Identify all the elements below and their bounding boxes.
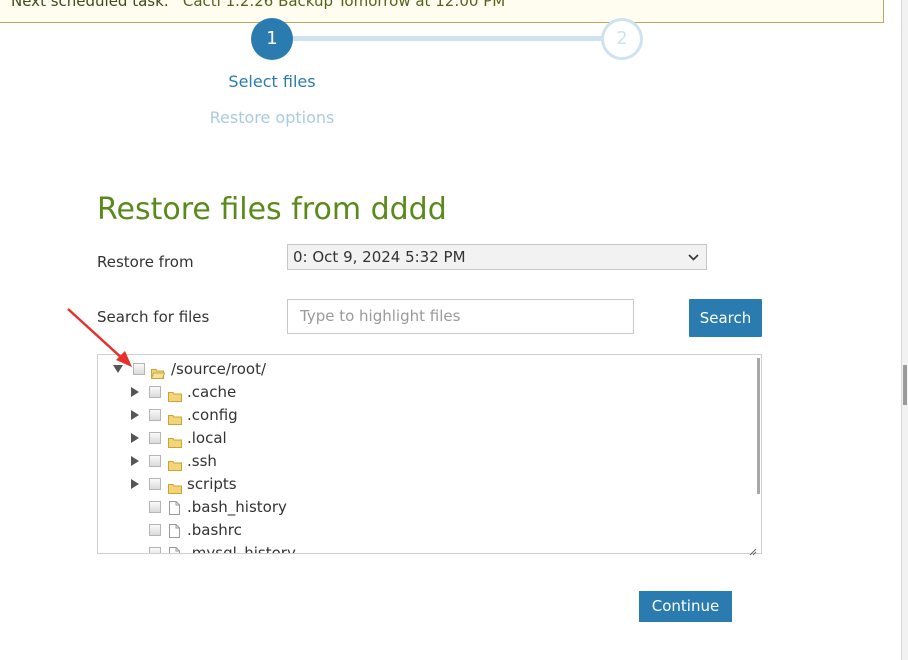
tree-node[interactable]: .mysql_history [98, 543, 758, 554]
tree-node[interactable]: .cache [98, 382, 758, 402]
tree-node-name: .local [187, 429, 227, 447]
wizard-step-1-circle[interactable]: 1 [251, 18, 293, 60]
annotation-arrow-icon [62, 300, 142, 376]
tree-node[interactable]: .bashrc [98, 520, 758, 540]
tree-node-name: .config [187, 406, 238, 424]
tree-node-name: scripts [187, 475, 237, 493]
scheduled-task-notice: Next scheduled task: Cacti 1.2.26 Backup … [0, 0, 884, 23]
folder-icon [168, 456, 182, 471]
file-icon [169, 523, 180, 538]
tree-checkbox[interactable] [149, 432, 161, 444]
tree-checkbox[interactable] [149, 478, 161, 490]
folder-icon [168, 479, 182, 494]
tree-node-name: .ssh [187, 452, 217, 470]
restore-from-select[interactable]: 0: Oct 9, 2024 5:32 PM [287, 244, 707, 270]
file-tree[interactable]: /source/root/ .cache .config .local .ssh [97, 354, 762, 554]
tree-node[interactable]: .bash_history [98, 497, 758, 517]
resize-grip-icon[interactable] [749, 541, 757, 556]
folder-icon [168, 433, 182, 448]
tree-node[interactable]: .config [98, 405, 758, 425]
tree-node-root[interactable]: /source/root/ [98, 359, 758, 379]
tree-checkbox[interactable] [149, 455, 161, 467]
notice-value: Cacti 1.2.26 Backup Tomorrow at 12:00 PM [182, 0, 506, 10]
file-icon [169, 546, 180, 553]
search-button[interactable]: Search [689, 299, 762, 337]
expand-arrow-icon[interactable] [131, 433, 139, 443]
tree-checkbox[interactable] [149, 409, 161, 421]
tree-checkbox[interactable] [149, 547, 161, 553]
tree-node-name: .bashrc [187, 521, 242, 539]
tree-node[interactable]: .local [98, 428, 758, 448]
folder-icon [168, 410, 182, 425]
tree-node[interactable]: .ssh [98, 451, 758, 471]
page-title: Restore files from dddd [97, 192, 447, 227]
chevron-down-icon [688, 245, 699, 278]
tree-scrollbar-thumb[interactable] [757, 358, 760, 494]
tree-checkbox[interactable] [149, 524, 161, 536]
tree-node-name: /source/root/ [171, 360, 267, 378]
folder-icon [168, 387, 182, 402]
expand-arrow-icon[interactable] [131, 410, 139, 420]
tree-node-name: .bash_history [187, 498, 287, 516]
file-icon [169, 500, 180, 515]
wizard-step-2-circle[interactable]: 2 [601, 18, 643, 60]
wizard-progress-line [272, 36, 622, 41]
tree-checkbox[interactable] [149, 501, 161, 513]
tree-node-name: .cache [187, 383, 237, 401]
notice-label: Next scheduled task: [11, 0, 169, 10]
tree-node[interactable]: scripts [98, 474, 758, 494]
expand-arrow-icon[interactable] [131, 479, 139, 489]
search-input[interactable]: Type to highlight files [287, 299, 634, 334]
wizard-step-1-label[interactable]: Select files [192, 72, 352, 91]
tree-node-name: .mysql_history [187, 544, 296, 554]
tree-checkbox[interactable] [149, 386, 161, 398]
folder-open-icon [150, 364, 166, 379]
expand-arrow-icon[interactable] [131, 387, 139, 397]
wizard-step-2-label[interactable]: Restore options [192, 108, 352, 127]
page-scrollbar[interactable] [901, 0, 908, 660]
expand-arrow-icon[interactable] [131, 456, 139, 466]
continue-button[interactable]: Continue [639, 591, 732, 622]
restore-from-label: Restore from [97, 253, 194, 271]
page-scrollbar-thumb[interactable] [903, 365, 907, 405]
restore-from-value: 0: Oct 9, 2024 5:32 PM [293, 248, 466, 266]
